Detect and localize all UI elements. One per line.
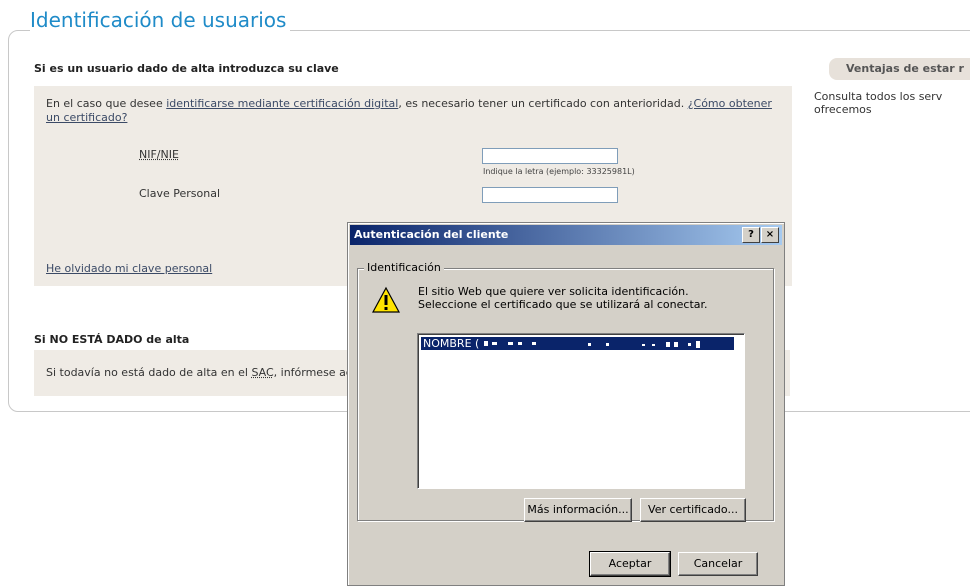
page-title: Identificación de usuarios xyxy=(30,8,291,32)
intro-text-middle: , es necesario tener un certificado con … xyxy=(398,97,688,110)
cancel-button[interactable]: Cancelar xyxy=(678,552,758,576)
certificate-item-selection: NOMBRE ( xyxy=(421,337,735,350)
dialog-titlebar[interactable]: Autenticación del cliente ? × xyxy=(350,225,782,245)
redacted-text xyxy=(484,340,701,348)
register-text-start: Si todavía no está dado de alta en el xyxy=(46,366,252,379)
certificate-item[interactable]: NOMBRE ( xyxy=(421,337,739,350)
sidebar-text: Consulta todos los serv ofrecemos xyxy=(814,90,943,116)
register-text-end: , infórmese aq xyxy=(273,366,353,379)
view-certificate-button[interactable]: Ver certificado... xyxy=(640,498,746,522)
warning-icon xyxy=(372,286,400,313)
help-button[interactable]: ? xyxy=(742,227,760,243)
register-section-title: Si NO ESTÁ DADO de alta xyxy=(34,333,190,346)
login-section-title: Si es un usuario dado de alta introduzca… xyxy=(34,62,339,75)
certificate-list[interactable]: NOMBRE ( xyxy=(417,333,745,489)
more-info-button[interactable]: Más información... xyxy=(524,498,632,522)
ok-button[interactable]: Aceptar xyxy=(589,551,671,577)
message-line-2: Seleccione el certificado que se utiliza… xyxy=(418,298,708,311)
sac-abbr: SAC xyxy=(251,366,274,379)
forgot-password-link[interactable]: He olvidado mi clave personal xyxy=(46,262,212,275)
close-button[interactable]: × xyxy=(761,227,779,243)
message-line-1: El sitio Web que quiere ver solicita ide… xyxy=(418,285,689,298)
digital-cert-link[interactable]: identificarse mediante certificación dig… xyxy=(166,97,398,110)
password-input[interactable] xyxy=(482,187,618,203)
certificate-name: NOMBRE ( xyxy=(423,337,480,350)
client-auth-dialog: Autenticación del cliente ? × Identifica… xyxy=(347,222,785,586)
intro-text-start: En el caso que desee xyxy=(46,97,167,110)
register-text: Si todavía no está dado de alta en el SA… xyxy=(46,366,353,379)
intro-text: En el caso que desee identificarse media… xyxy=(46,97,786,125)
nif-hint: Indique la letra (ejemplo: 33325981L) xyxy=(483,167,635,176)
nif-input[interactable] xyxy=(482,148,618,164)
sidebar-title: Ventajas de estar r xyxy=(846,62,964,75)
nif-label: NIF/NIE xyxy=(139,148,179,161)
identification-group-label: Identificación xyxy=(364,261,444,274)
dialog-title: Autenticación del cliente xyxy=(354,228,509,241)
dialog-message: El sitio Web que quiere ver solicita ide… xyxy=(418,285,708,311)
password-label: Clave Personal xyxy=(139,187,221,200)
